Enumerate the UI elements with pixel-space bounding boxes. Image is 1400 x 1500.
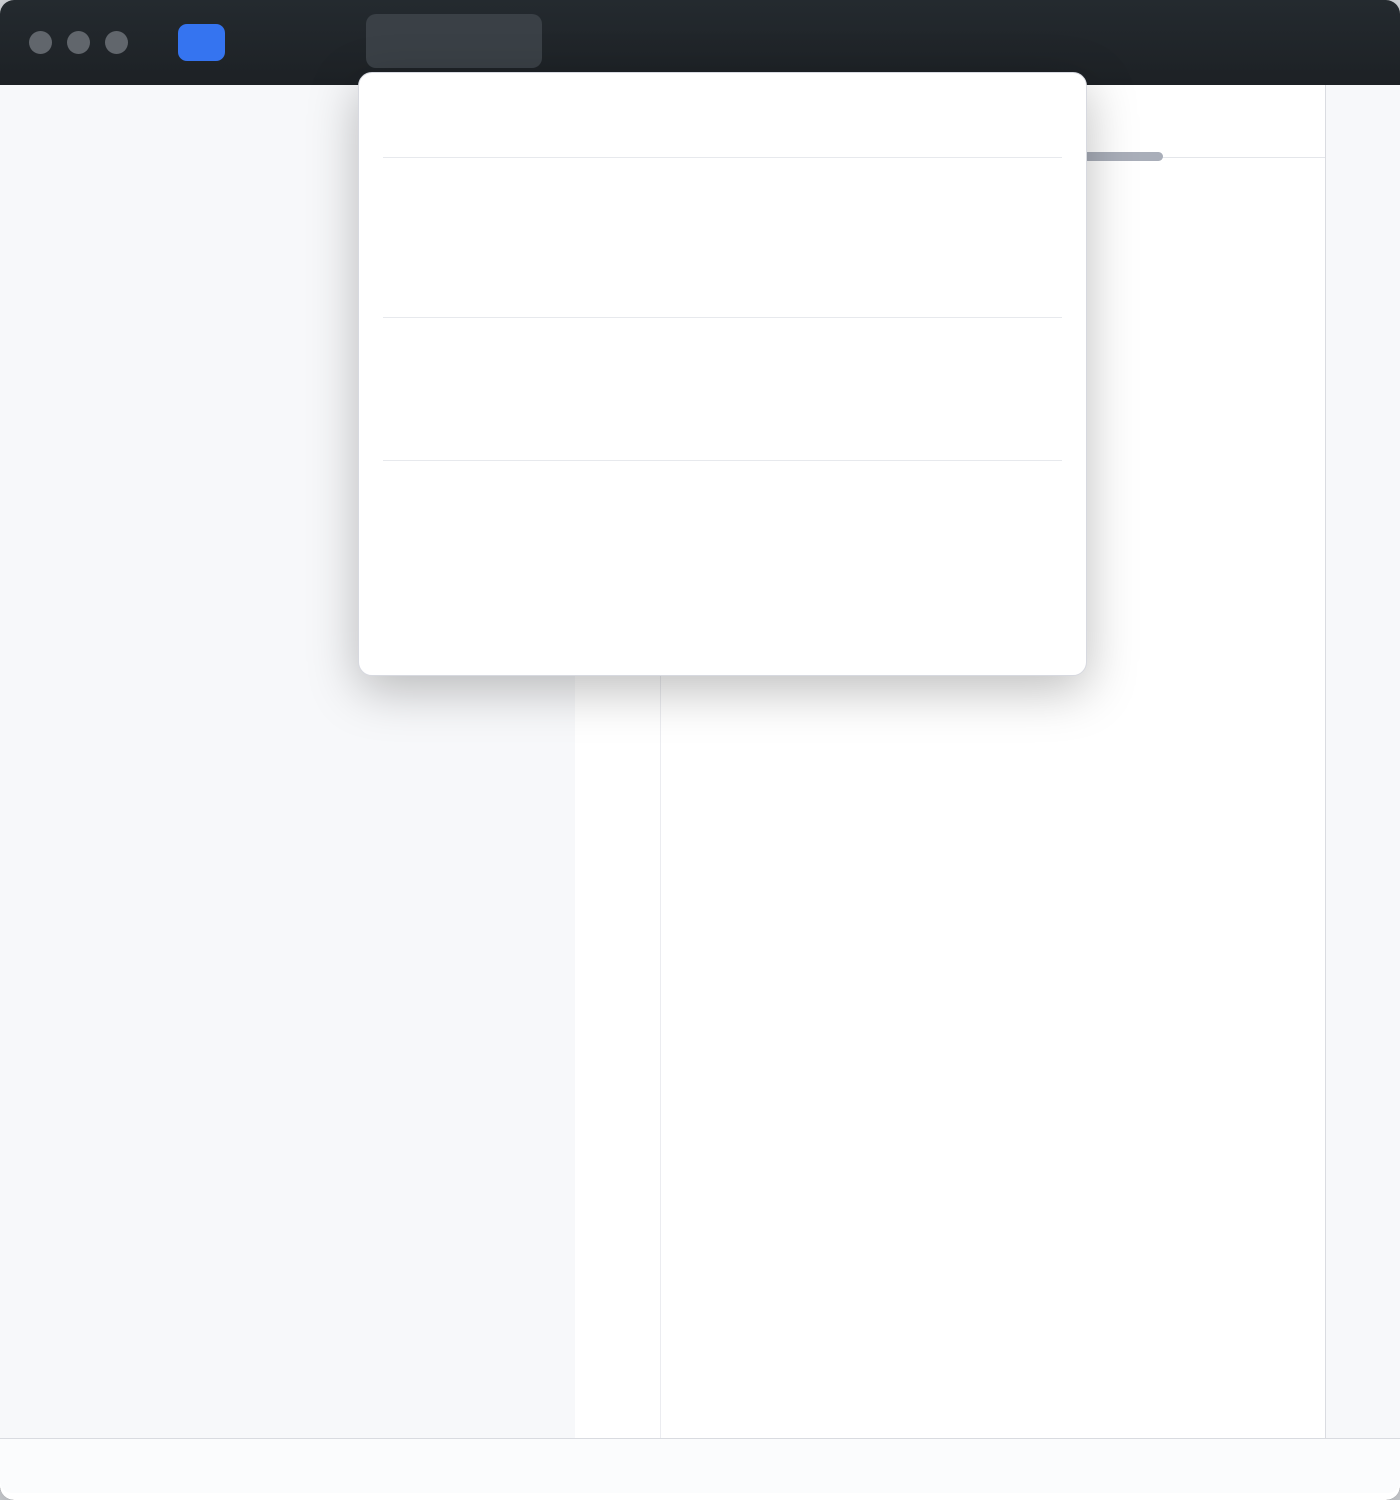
status-bar <box>0 1438 1400 1493</box>
git-branches-popup <box>358 72 1087 676</box>
traffic-light-close[interactable] <box>29 31 52 54</box>
branch-search-input[interactable] <box>441 91 965 139</box>
divider <box>383 460 1062 461</box>
traffic-light-minimize[interactable] <box>67 31 90 54</box>
divider <box>383 157 1062 158</box>
divider <box>383 317 1062 318</box>
traffic-light-zoom[interactable] <box>105 31 128 54</box>
project-badge <box>178 24 225 61</box>
branch-widget[interactable] <box>366 14 542 68</box>
scrollbar-thumb[interactable] <box>1083 152 1163 161</box>
tool-window-stripe-left <box>0 85 81 1438</box>
ide-window <box>0 0 1400 1500</box>
tool-window-stripe-right <box>1325 85 1400 1438</box>
